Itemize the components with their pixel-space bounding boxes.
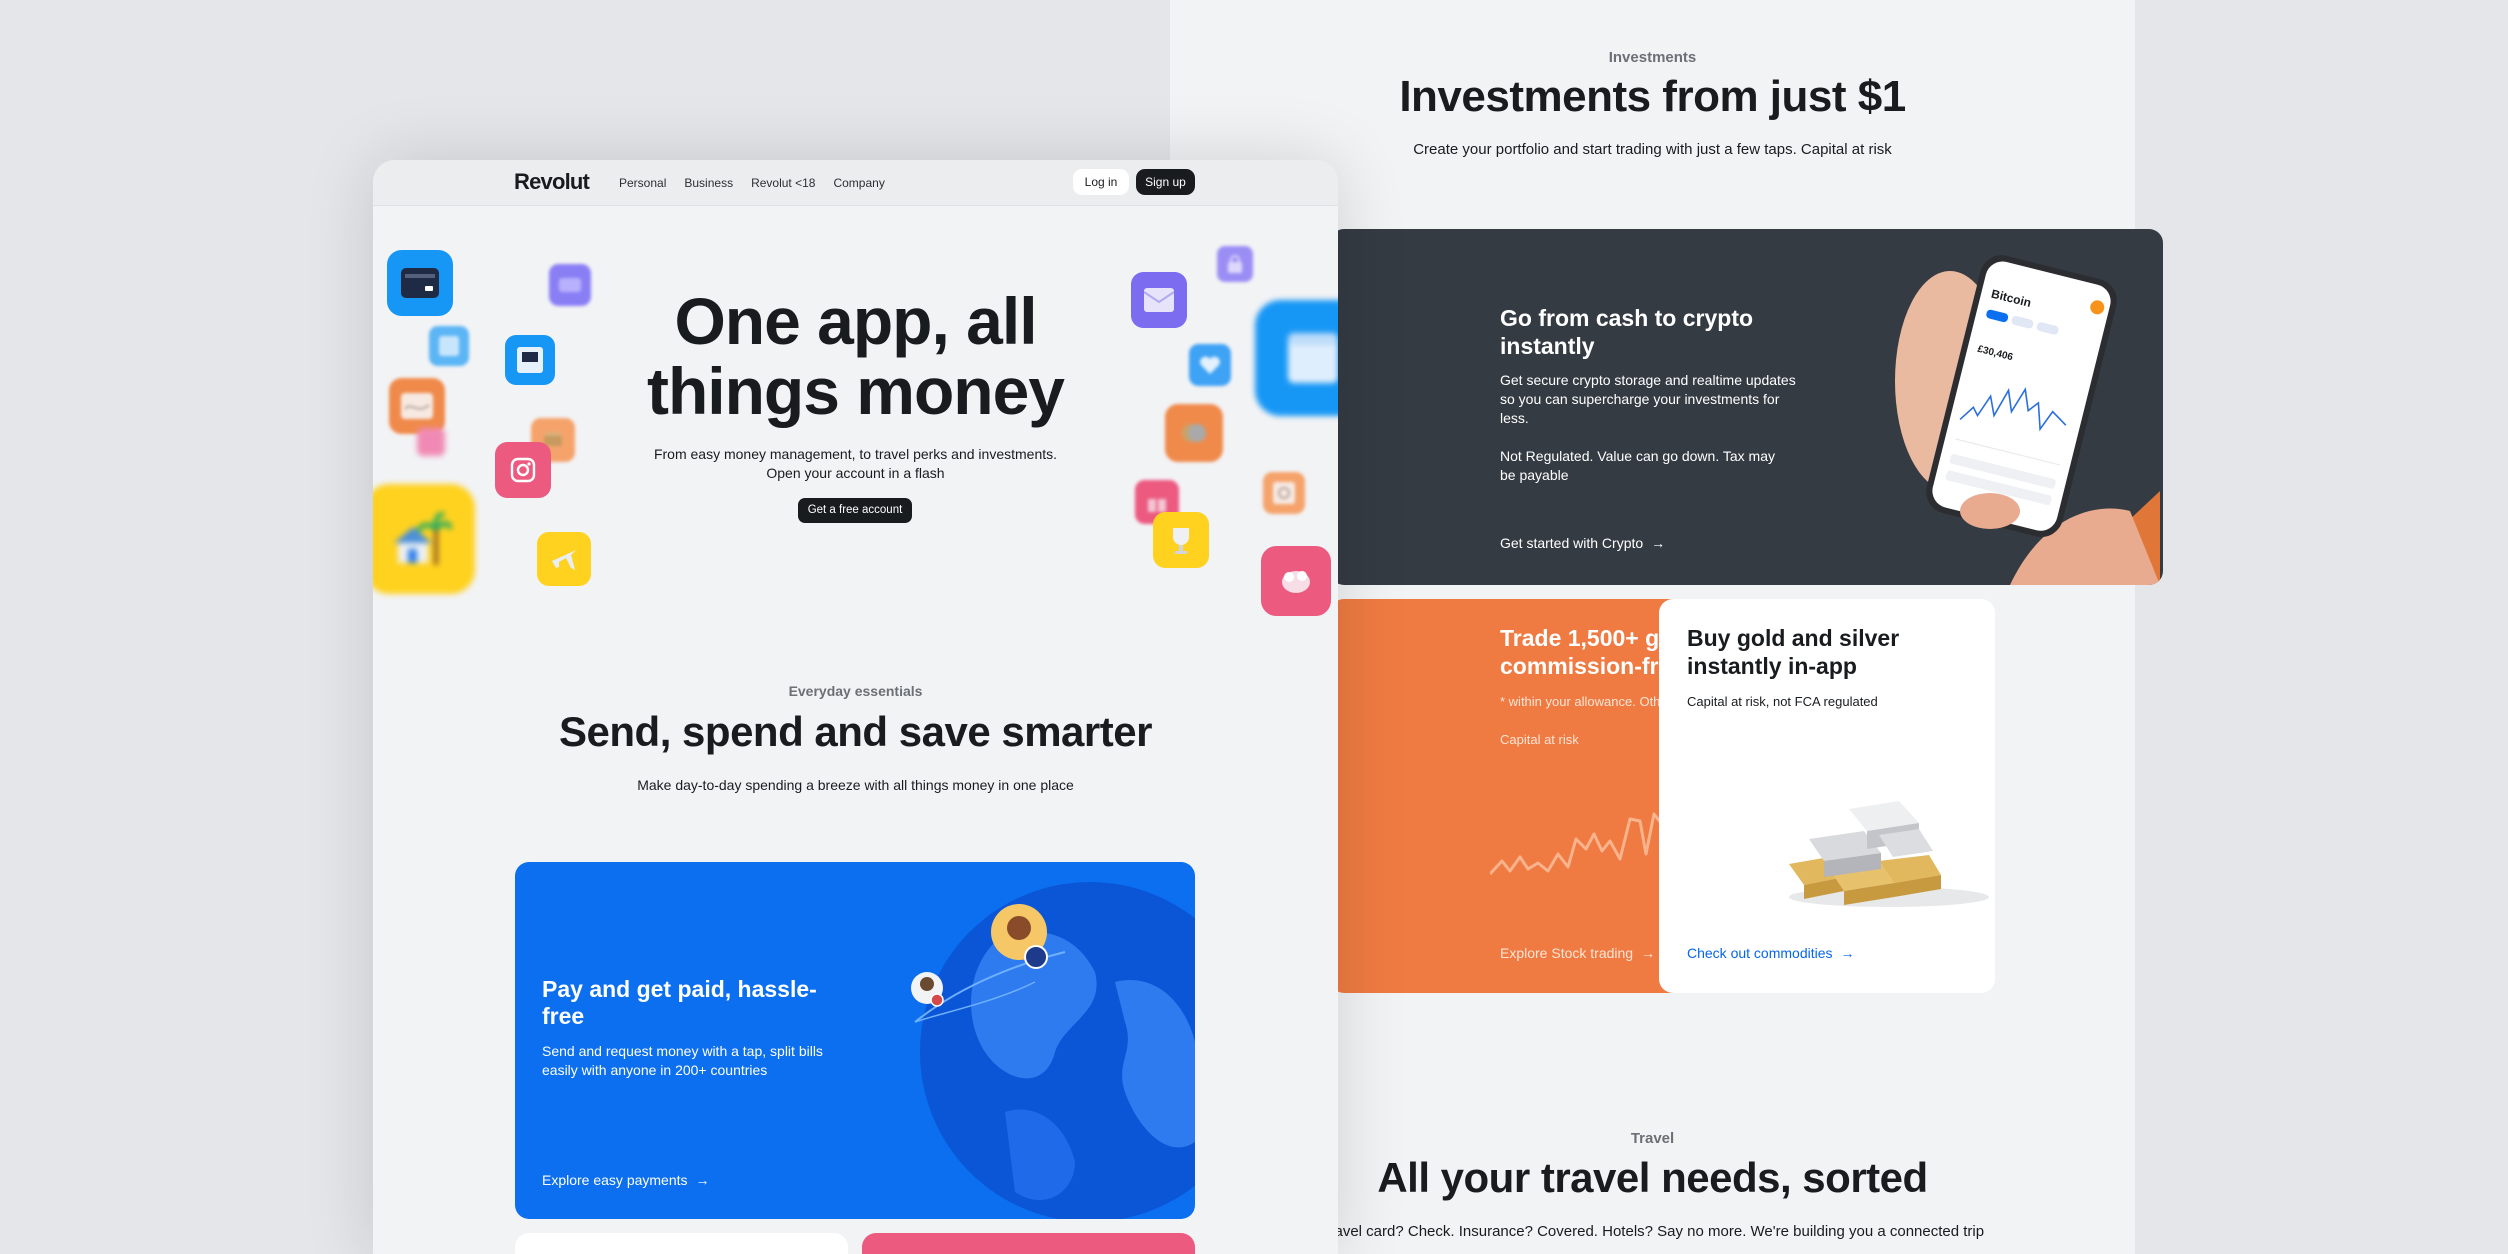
payments-link[interactable]: Explore easy payments → bbox=[542, 1172, 710, 1188]
investments-title: Investments from just $1 bbox=[1399, 72, 1906, 121]
hero-title-line2: things money bbox=[646, 354, 1065, 428]
trophy-icon bbox=[1153, 512, 1209, 568]
top-nav: Revolut Personal Business Revolut <18 Co… bbox=[373, 160, 1338, 206]
hero-subtitle-line1: From easy money management, to travel pe… bbox=[653, 446, 1058, 462]
plane-icon bbox=[537, 532, 591, 586]
commodities-link-label: Check out commodities bbox=[1687, 945, 1833, 961]
payments-card-text: Send and request money with a tap, split… bbox=[542, 1043, 823, 1078]
phone-in-hand-image: Bitcoin £30,406 bbox=[1830, 251, 2160, 585]
homepage-window: Revolut Personal Business Revolut <18 Co… bbox=[373, 160, 1338, 1254]
crypto-card-disclaimer: Not Regulated. Value can go down. Tax ma… bbox=[1500, 448, 1775, 483]
commodities-card[interactable]: Buy gold and silver instantly in-app Cap… bbox=[1659, 599, 1995, 993]
nav-link-personal[interactable]: Personal bbox=[619, 176, 666, 190]
payments-link-label: Explore easy payments bbox=[542, 1172, 688, 1188]
stocks-link-label: Explore Stock trading bbox=[1500, 945, 1634, 961]
hero-subtitle-line2: Open your account in a flash bbox=[766, 465, 945, 481]
hero-subtitle: From easy money management, to travel pe… bbox=[373, 445, 1338, 483]
arrow-right-icon: → bbox=[1840, 945, 1855, 961]
stocks-card-risk: Capital at risk bbox=[1500, 732, 1579, 747]
lock-icon bbox=[1217, 246, 1253, 282]
arrow-right-icon: → bbox=[1651, 535, 1666, 551]
next-card-right[interactable] bbox=[862, 1233, 1195, 1254]
crypto-card-text: Get secure crypto storage and realtime u… bbox=[1500, 372, 1796, 426]
login-button[interactable]: Log in bbox=[1073, 169, 1129, 195]
nav-link-under-18[interactable]: Revolut <18 bbox=[751, 176, 815, 190]
crypto-link-label: Get started with Crypto bbox=[1500, 535, 1644, 551]
nav-link-business[interactable]: Business bbox=[684, 176, 733, 190]
nav-links: Personal Business Revolut <18 Company bbox=[619, 176, 885, 190]
everyday-subtitle: Make day-to-day spending a breeze with a… bbox=[637, 777, 1074, 793]
crypto-card-title: Go from cash to crypto instantly bbox=[1500, 305, 1754, 359]
arrow-right-icon: → bbox=[695, 1172, 710, 1188]
arrow-right-icon: → bbox=[1641, 945, 1656, 961]
commodities-card-title: Buy gold and silver instantly in-app bbox=[1687, 625, 1900, 679]
stocks-link[interactable]: Explore Stock trading → bbox=[1500, 945, 1655, 961]
next-card-left[interactable] bbox=[515, 1233, 848, 1254]
gold-silver-bars-image bbox=[1789, 801, 1989, 907]
crypto-link[interactable]: Get started with Crypto → bbox=[1500, 535, 1665, 551]
hero-title-line1: One app, all bbox=[674, 284, 1037, 358]
everyday-title: Send, spend and save smarter bbox=[559, 708, 1152, 755]
nav-link-company[interactable]: Company bbox=[833, 176, 884, 190]
payments-card[interactable]: Pay and get paid, hassle-free Send and r… bbox=[515, 862, 1195, 1219]
get-free-account-button[interactable]: Get a free account bbox=[798, 498, 912, 523]
investments-subtitle: Create your portfolio and start trading … bbox=[1413, 141, 1892, 158]
globe-image bbox=[911, 882, 1195, 1219]
crypto-card[interactable]: Go from cash to crypto instantly Get sec… bbox=[1330, 229, 2163, 585]
signup-button[interactable]: Sign up bbox=[1136, 169, 1195, 195]
everyday-eyebrow: Everyday essentials bbox=[788, 683, 923, 699]
hero-title: One app, all things money bbox=[373, 286, 1338, 426]
piggy-icon bbox=[1261, 546, 1331, 616]
commodities-card-note: Capital at risk, not FCA regulated bbox=[1687, 694, 1878, 709]
commodities-link[interactable]: Check out commodities → bbox=[1687, 945, 1855, 961]
payments-card-title: Pay and get paid, hassle-free bbox=[542, 976, 817, 1029]
revolut-logo[interactable]: Revolut bbox=[514, 169, 590, 195]
vacation-home-icon bbox=[373, 484, 475, 594]
investments-eyebrow: Investments bbox=[1608, 49, 1697, 66]
